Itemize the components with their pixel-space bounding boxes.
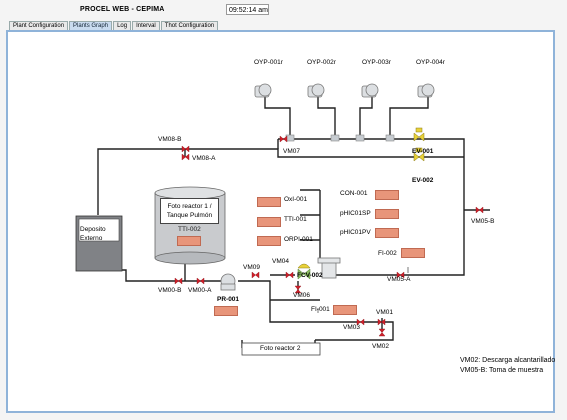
pr-001-value[interactable] [214, 306, 238, 316]
pipe-blower-2 [317, 97, 336, 137]
sensor-orpi001-label: ORPI-001 [284, 236, 313, 243]
sensor-phic01pv-label: pHIC01PV [340, 229, 371, 236]
tank-tti-label: TTI-002 [178, 226, 201, 233]
valve-vm01-label: VM01 [376, 309, 393, 316]
valve-vm04-label: VM04 [272, 258, 289, 265]
deposit-label: Deposito Externo [80, 225, 120, 243]
blower-4-label: OYP-004r [416, 59, 445, 66]
con-001-value[interactable] [375, 190, 399, 200]
legend-vm05b: VM05-B: Toma de muestra [460, 367, 544, 374]
blower-3-icon [361, 83, 379, 98]
valve-vm09-icon [251, 271, 260, 279]
tank-title-line2: Tanque Pulmón [166, 212, 213, 219]
valve-vm00a-label: VM00-A [188, 287, 212, 294]
phic01sp-value[interactable] [375, 209, 399, 219]
blower-1-icon [254, 83, 272, 98]
valve-vm00b-icon [174, 277, 183, 285]
reactor2-label: Foto reactor 2 [260, 345, 301, 352]
sensor-tti001-label: TTI-001 [284, 216, 307, 223]
valve-vm00b-label: VM00-B [158, 287, 182, 294]
manifold-fitting-icon [385, 134, 395, 142]
blower-3-label: OYP-003r [362, 59, 391, 66]
pump-icon [220, 273, 236, 291]
sensor-oxi001-label: OxI-001 [284, 196, 308, 203]
phic01pv-value[interactable] [375, 228, 399, 238]
valve-vm02-icon [378, 328, 386, 337]
deposit-label-line1: Deposito [80, 226, 106, 233]
blower-2-label: OYP-002r [307, 59, 336, 66]
valve-vm00a-icon [196, 277, 205, 285]
fi-002-value[interactable] [401, 248, 425, 258]
valve-vm08a-label: VM08-A [192, 155, 216, 162]
fcv002-label: FCV-002 [297, 272, 323, 279]
blower-2-icon [307, 83, 325, 98]
valve-vm08b-label: VM08-B [158, 136, 182, 143]
pipe-blower-4 [389, 97, 429, 137]
valve-vm07-icon [279, 135, 288, 143]
oxi-001-value[interactable] [257, 197, 281, 207]
valve-vm05a-label: VM05-A [387, 276, 411, 283]
deposit-label-line2: Externo [80, 235, 103, 242]
sensor-phic01sp-label: pHIC01SP [340, 210, 371, 217]
valve-vm05b-icon [475, 206, 484, 214]
pipe-pump-out [238, 280, 365, 323]
tank-title-box: Foto reactor 1 / Tanque Pulmón [160, 198, 219, 224]
pipe-deposit-out [122, 269, 222, 282]
blower-4-icon [417, 83, 435, 98]
pipe-blower-3 [359, 97, 373, 137]
valve-vm07-label: VM07 [283, 148, 300, 155]
orpi-001-value[interactable] [257, 236, 281, 246]
valve-vm06-label: VM06 [293, 292, 310, 299]
legend: VM02: Descarga alcantarillado VM05-B: To… [460, 356, 555, 376]
pump-label: PR-001 [217, 296, 240, 303]
fi-001-value[interactable] [333, 305, 357, 315]
valve-vm03-label: VM03 [343, 324, 360, 331]
manifold-fitting-icon [355, 134, 365, 142]
pipe-blower-1 [264, 97, 291, 137]
valve-vm09-label: VM09 [243, 264, 260, 271]
ev001-label: EV-001 [412, 148, 434, 155]
fi002-label: FI-002 [378, 250, 397, 257]
blower-1-label: OYP-001r [254, 59, 283, 66]
ev002-label: EV-002 [412, 177, 434, 184]
tti-001-value[interactable] [257, 217, 281, 227]
manifold-fitting-icon [330, 134, 340, 142]
tank-title-line1: Foto reactor 1 / [167, 203, 212, 210]
sensor-con001-label: CON-001 [340, 190, 368, 197]
tti-002-value[interactable] [177, 236, 201, 246]
fi001-label: FI-001 [311, 306, 330, 313]
valve-vm04-icon [285, 271, 294, 279]
legend-vm02: VM02: Descarga alcantarillado [460, 357, 556, 364]
valve-vm05b-label: VM05-B [471, 218, 495, 225]
valve-vm02-label: VM02 [372, 343, 389, 350]
